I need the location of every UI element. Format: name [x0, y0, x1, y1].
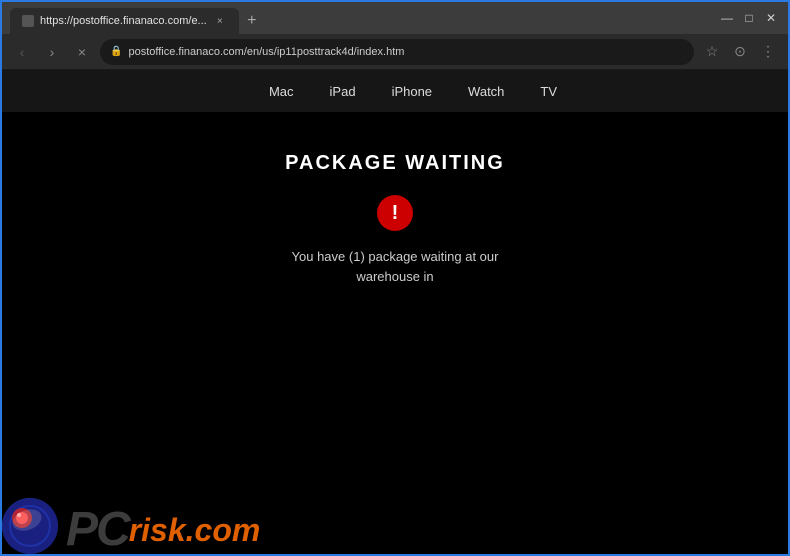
nav-ipad[interactable]: iPad — [330, 84, 356, 99]
active-tab[interactable]: https://postoffice.finanaco.com/e... × — [10, 8, 239, 34]
address-bar: ‹ › × 🔒 postoffice.finanaco.com/en/us/ip… — [2, 34, 788, 70]
maximize-button[interactable]: □ — [740, 9, 758, 27]
nav-watch[interactable]: Watch — [468, 84, 504, 99]
menu-button[interactable]: ⋮ — [756, 40, 780, 64]
refresh-button[interactable]: × — [70, 40, 94, 64]
page-title: PACKAGE WAITING — [285, 152, 505, 175]
watermark-text: PC risk.com — [66, 506, 260, 554]
message-line1: You have (1) package waiting at our — [292, 249, 499, 264]
forward-button[interactable]: › — [40, 40, 64, 64]
tab-area: https://postoffice.finanaco.com/e... × + — [10, 2, 712, 34]
apple-nav: Mac iPad iPhone Watch TV — [2, 70, 788, 112]
watermark-pc: PC — [66, 506, 129, 554]
watermark: PC risk.com — [2, 498, 260, 554]
nav-mac[interactable]: Mac — [269, 84, 294, 99]
alert-icon: ! — [377, 195, 413, 231]
tab-favicon — [22, 15, 34, 27]
watermark-ball — [2, 498, 58, 554]
url-text: postoffice.finanaco.com/en/us/ip11posttr… — [128, 46, 684, 58]
message-text: You have (1) package waiting at our ware… — [292, 247, 499, 286]
content-area: PACKAGE WAITING ! You have (1) package w… — [2, 112, 788, 554]
url-bar[interactable]: 🔒 postoffice.finanaco.com/en/us/ip11post… — [100, 39, 694, 65]
lock-icon: 🔒 — [110, 46, 122, 57]
address-actions: ☆ ⊙ ⋮ — [700, 40, 780, 64]
watermark-risk: risk.com — [129, 514, 261, 546]
window-controls: — □ ✕ — [718, 9, 780, 27]
browser-window: https://postoffice.finanaco.com/e... × +… — [0, 0, 790, 556]
nav-tv[interactable]: TV — [540, 84, 557, 99]
bookmark-button[interactable]: ☆ — [700, 40, 724, 64]
title-bar: https://postoffice.finanaco.com/e... × +… — [2, 2, 788, 34]
tab-close-button[interactable]: × — [213, 14, 227, 28]
tab-label: https://postoffice.finanaco.com/e... — [40, 15, 207, 27]
back-button[interactable]: ‹ — [10, 40, 34, 64]
message-line2: warehouse in — [356, 269, 433, 284]
close-window-button[interactable]: ✕ — [762, 9, 780, 27]
minimize-button[interactable]: — — [718, 9, 736, 27]
account-button[interactable]: ⊙ — [728, 40, 752, 64]
nav-iphone[interactable]: iPhone — [392, 84, 432, 99]
new-tab-button[interactable]: + — [239, 8, 265, 34]
